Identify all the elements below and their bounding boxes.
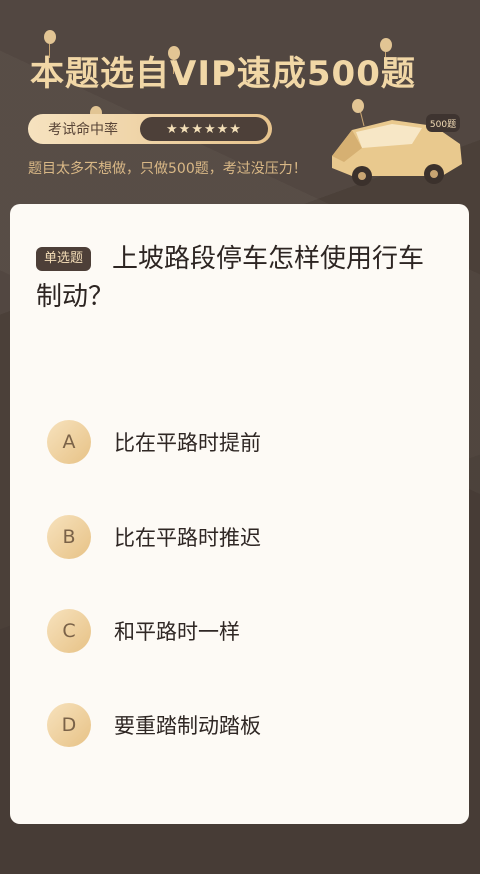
option-a[interactable]: A 比在平路时提前: [47, 418, 437, 466]
banner-subtitle: 题目太多不想做，只做500题，考过没压力！: [28, 161, 307, 177]
question-text: 上坡路段停车怎样使用行车制动？: [36, 244, 425, 312]
banner-title: 本题选自VIP速成500题: [30, 54, 416, 94]
option-c[interactable]: C 和平路时一样: [47, 607, 437, 655]
option-b[interactable]: B 比在平路时推迟: [47, 513, 437, 561]
option-d[interactable]: D 要重踏制动踏板: [47, 701, 437, 749]
hit-rate-label: 考试命中率: [48, 122, 118, 138]
star-rating: ★★★★★★: [140, 117, 268, 141]
car-badge-label: 500题: [430, 119, 456, 130]
car-illustration: 500题: [332, 99, 462, 186]
option-text: 要重踏制动踏板: [114, 714, 261, 738]
option-text: 比在平路时提前: [114, 431, 261, 455]
option-letter: D: [47, 703, 91, 747]
option-text: 和平路时一样: [114, 620, 240, 644]
hit-rate-pill: 考试命中率 ★★★★★★: [28, 114, 272, 144]
option-letter: C: [47, 609, 91, 653]
balloon-decoration: [44, 30, 56, 58]
question-card: 单选题 上坡路段停车怎样使用行车制动？ A 比在平路时提前 B 比在平路时推迟 …: [10, 204, 469, 824]
option-letter: B: [47, 515, 91, 559]
option-letter: A: [47, 420, 91, 464]
option-text: 比在平路时推迟: [114, 526, 261, 550]
